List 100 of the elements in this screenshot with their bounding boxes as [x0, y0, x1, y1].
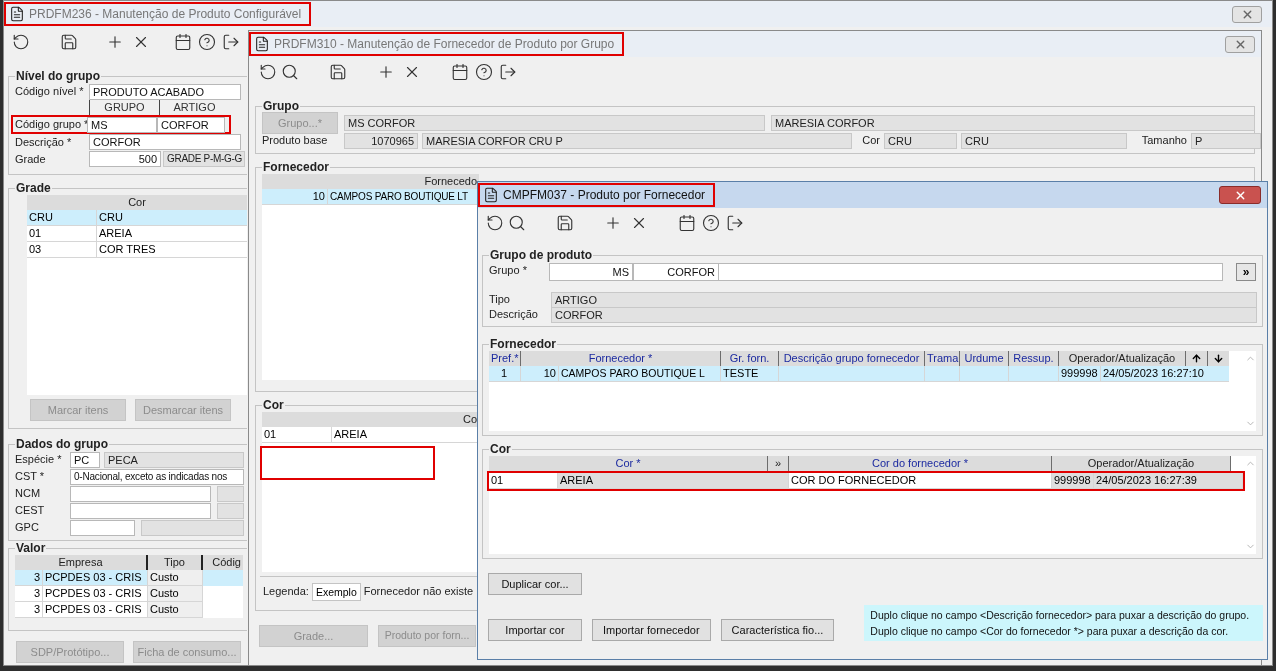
help-icon[interactable]: [702, 214, 720, 232]
save-icon[interactable]: [556, 214, 574, 232]
text-field[interactable]: CRU: [884, 132, 957, 149]
text-field[interactable]: PECA: [104, 451, 244, 468]
readonly-field[interactable]: [217, 502, 244, 519]
save-icon[interactable]: [329, 63, 347, 81]
column-header[interactable]: Trama: [925, 351, 960, 366]
text-field[interactable]: MS: [87, 116, 157, 133]
action-button[interactable]: Importar cor: [488, 619, 582, 641]
column-header[interactable]: Gr. forn.: [721, 351, 779, 366]
window-title: PRDFM236 - Manutenção de Produto Configurável: [29, 6, 302, 23]
table-cell: 1: [489, 366, 521, 382]
help-icon[interactable]: [198, 33, 216, 51]
text-field[interactable]: [70, 502, 211, 519]
column-header[interactable]: Descrição grupo fornecedor: [779, 351, 925, 366]
arrow-down-icon[interactable]: [1213, 353, 1224, 364]
close-button[interactable]: [1219, 186, 1261, 204]
exit-icon[interactable]: [222, 33, 240, 51]
table-row[interactable]: 03 COR TRES: [27, 242, 247, 258]
exit-icon[interactable]: [726, 214, 744, 232]
column-header[interactable]: Fornecedor *: [521, 351, 721, 366]
hint-text: Duplo clique no campo <Cor do fornecedor *> para puxar a descrição da cor.: [870, 624, 1230, 639]
column-header[interactable]: »: [768, 456, 789, 471]
table-cell: Custo: [148, 586, 203, 602]
group-title: Cor: [489, 442, 512, 456]
column-header[interactable]: Empresa: [15, 555, 148, 570]
search-icon[interactable]: [508, 214, 526, 232]
add-icon[interactable]: [106, 33, 124, 51]
table-cell: Custo: [148, 570, 203, 586]
column-header[interactable]: Códig: [203, 555, 243, 570]
text-field[interactable]: MARESIA CORFOR CRU P: [422, 132, 852, 149]
text-field[interactable]: [719, 263, 1223, 281]
text-field[interactable]: 0-Nacional, exceto as indicadas nos: [70, 468, 244, 485]
column-header[interactable]: Cor do fornecedor *: [789, 456, 1052, 471]
column-header[interactable]: Fornecedo: [262, 174, 479, 189]
calendar-icon[interactable]: [451, 63, 469, 81]
close-button[interactable]: [1232, 5, 1262, 23]
table-row[interactable]: 01 AREIA: [262, 427, 479, 443]
column-header[interactable]: Tipo: [148, 555, 203, 570]
table-row[interactable]: 1 10 CAMPOS PARO BOUTIQUE L TESTE 999998 24/05/2023 16:27:10: [489, 366, 1229, 382]
help-icon[interactable]: [475, 63, 493, 81]
column-header[interactable]: Cor *: [489, 456, 768, 471]
column-header[interactable]: Cor: [27, 195, 247, 210]
table-row[interactable]: 10 CAMPOS PARO BOUTIQUE LT: [262, 189, 479, 205]
text-field[interactable]: CORFOR: [633, 263, 719, 281]
text-field[interactable]: GRADE P-M-G-G: [163, 151, 245, 167]
text-field[interactable]: CRU: [961, 132, 1127, 149]
field-label: Produto base: [262, 133, 329, 149]
text-field[interactable]: PC: [70, 451, 100, 468]
table-cell: [1009, 366, 1059, 382]
arrow-up-icon[interactable]: [1191, 353, 1202, 364]
table-row[interactable]: CRU CRU: [27, 210, 247, 226]
group-title: Nível do grupo: [15, 69, 101, 83]
text-field[interactable]: P: [1191, 132, 1261, 149]
exit-icon[interactable]: [499, 63, 517, 81]
column-header[interactable]: Urdume: [960, 351, 1009, 366]
action-button[interactable]: Importar fornecedor: [592, 619, 711, 641]
text-field[interactable]: 500: [89, 151, 161, 167]
text-field[interactable]: CORFOR: [89, 134, 241, 150]
table-cell: Custo: [148, 602, 203, 618]
save-icon[interactable]: [60, 33, 78, 51]
field-label: Grupo *: [489, 263, 528, 278]
calendar-icon[interactable]: [678, 214, 696, 232]
field-label: Legenda:: [263, 584, 309, 600]
text-field[interactable]: CORFOR: [157, 116, 225, 133]
table-row[interactable]: 3 PCPDES 03 - CRIS Custo: [15, 570, 243, 586]
text-field[interactable]: 1070965: [344, 132, 418, 149]
table-row[interactable]: 3 PCPDES 03 - CRIS Custo: [15, 586, 243, 602]
move-up-button[interactable]: [1186, 351, 1208, 366]
search-icon[interactable]: [281, 63, 299, 81]
add-icon[interactable]: [377, 63, 395, 81]
undo-icon[interactable]: [259, 63, 277, 81]
expand-button[interactable]: »: [1236, 263, 1256, 281]
text-field[interactable]: MS: [549, 263, 633, 281]
action-button[interactable]: Duplicar cor...: [488, 573, 582, 595]
add-icon[interactable]: [604, 214, 622, 232]
column-header[interactable]: Ressup.: [1009, 351, 1059, 366]
action-button[interactable]: Característica fio...: [720, 619, 835, 641]
column-header[interactable]: Operador/Atualização: [1059, 351, 1186, 366]
table-cell: [960, 366, 1009, 382]
text-field[interactable]: MARESIA CORFOR: [771, 115, 1255, 131]
text-field[interactable]: MS CORFOR: [344, 115, 765, 131]
table-row[interactable]: 3 PCPDES 03 - CRIS Custo: [15, 602, 243, 618]
close-button[interactable]: [1225, 35, 1255, 53]
readonly-field[interactable]: [217, 485, 244, 502]
text-field[interactable]: [70, 485, 211, 502]
column-header[interactable]: Operador/Atualização: [1052, 456, 1231, 471]
text-field[interactable]: [70, 519, 135, 536]
move-down-button[interactable]: [1208, 351, 1229, 366]
text-field[interactable]: ARTIGO: [551, 291, 1257, 308]
table-row[interactable]: 01 AREIA: [27, 226, 247, 242]
calendar-icon[interactable]: [174, 33, 192, 51]
document-icon: [483, 187, 499, 203]
undo-icon[interactable]: [12, 33, 30, 51]
column-header[interactable]: Co: [262, 412, 479, 427]
undo-icon[interactable]: [486, 214, 504, 232]
field-label: NCM: [15, 486, 42, 502]
readonly-field[interactable]: [141, 519, 244, 536]
text-field[interactable]: PRODUTO ACABADO: [89, 83, 241, 100]
column-header[interactable]: Pref.*: [489, 351, 521, 366]
